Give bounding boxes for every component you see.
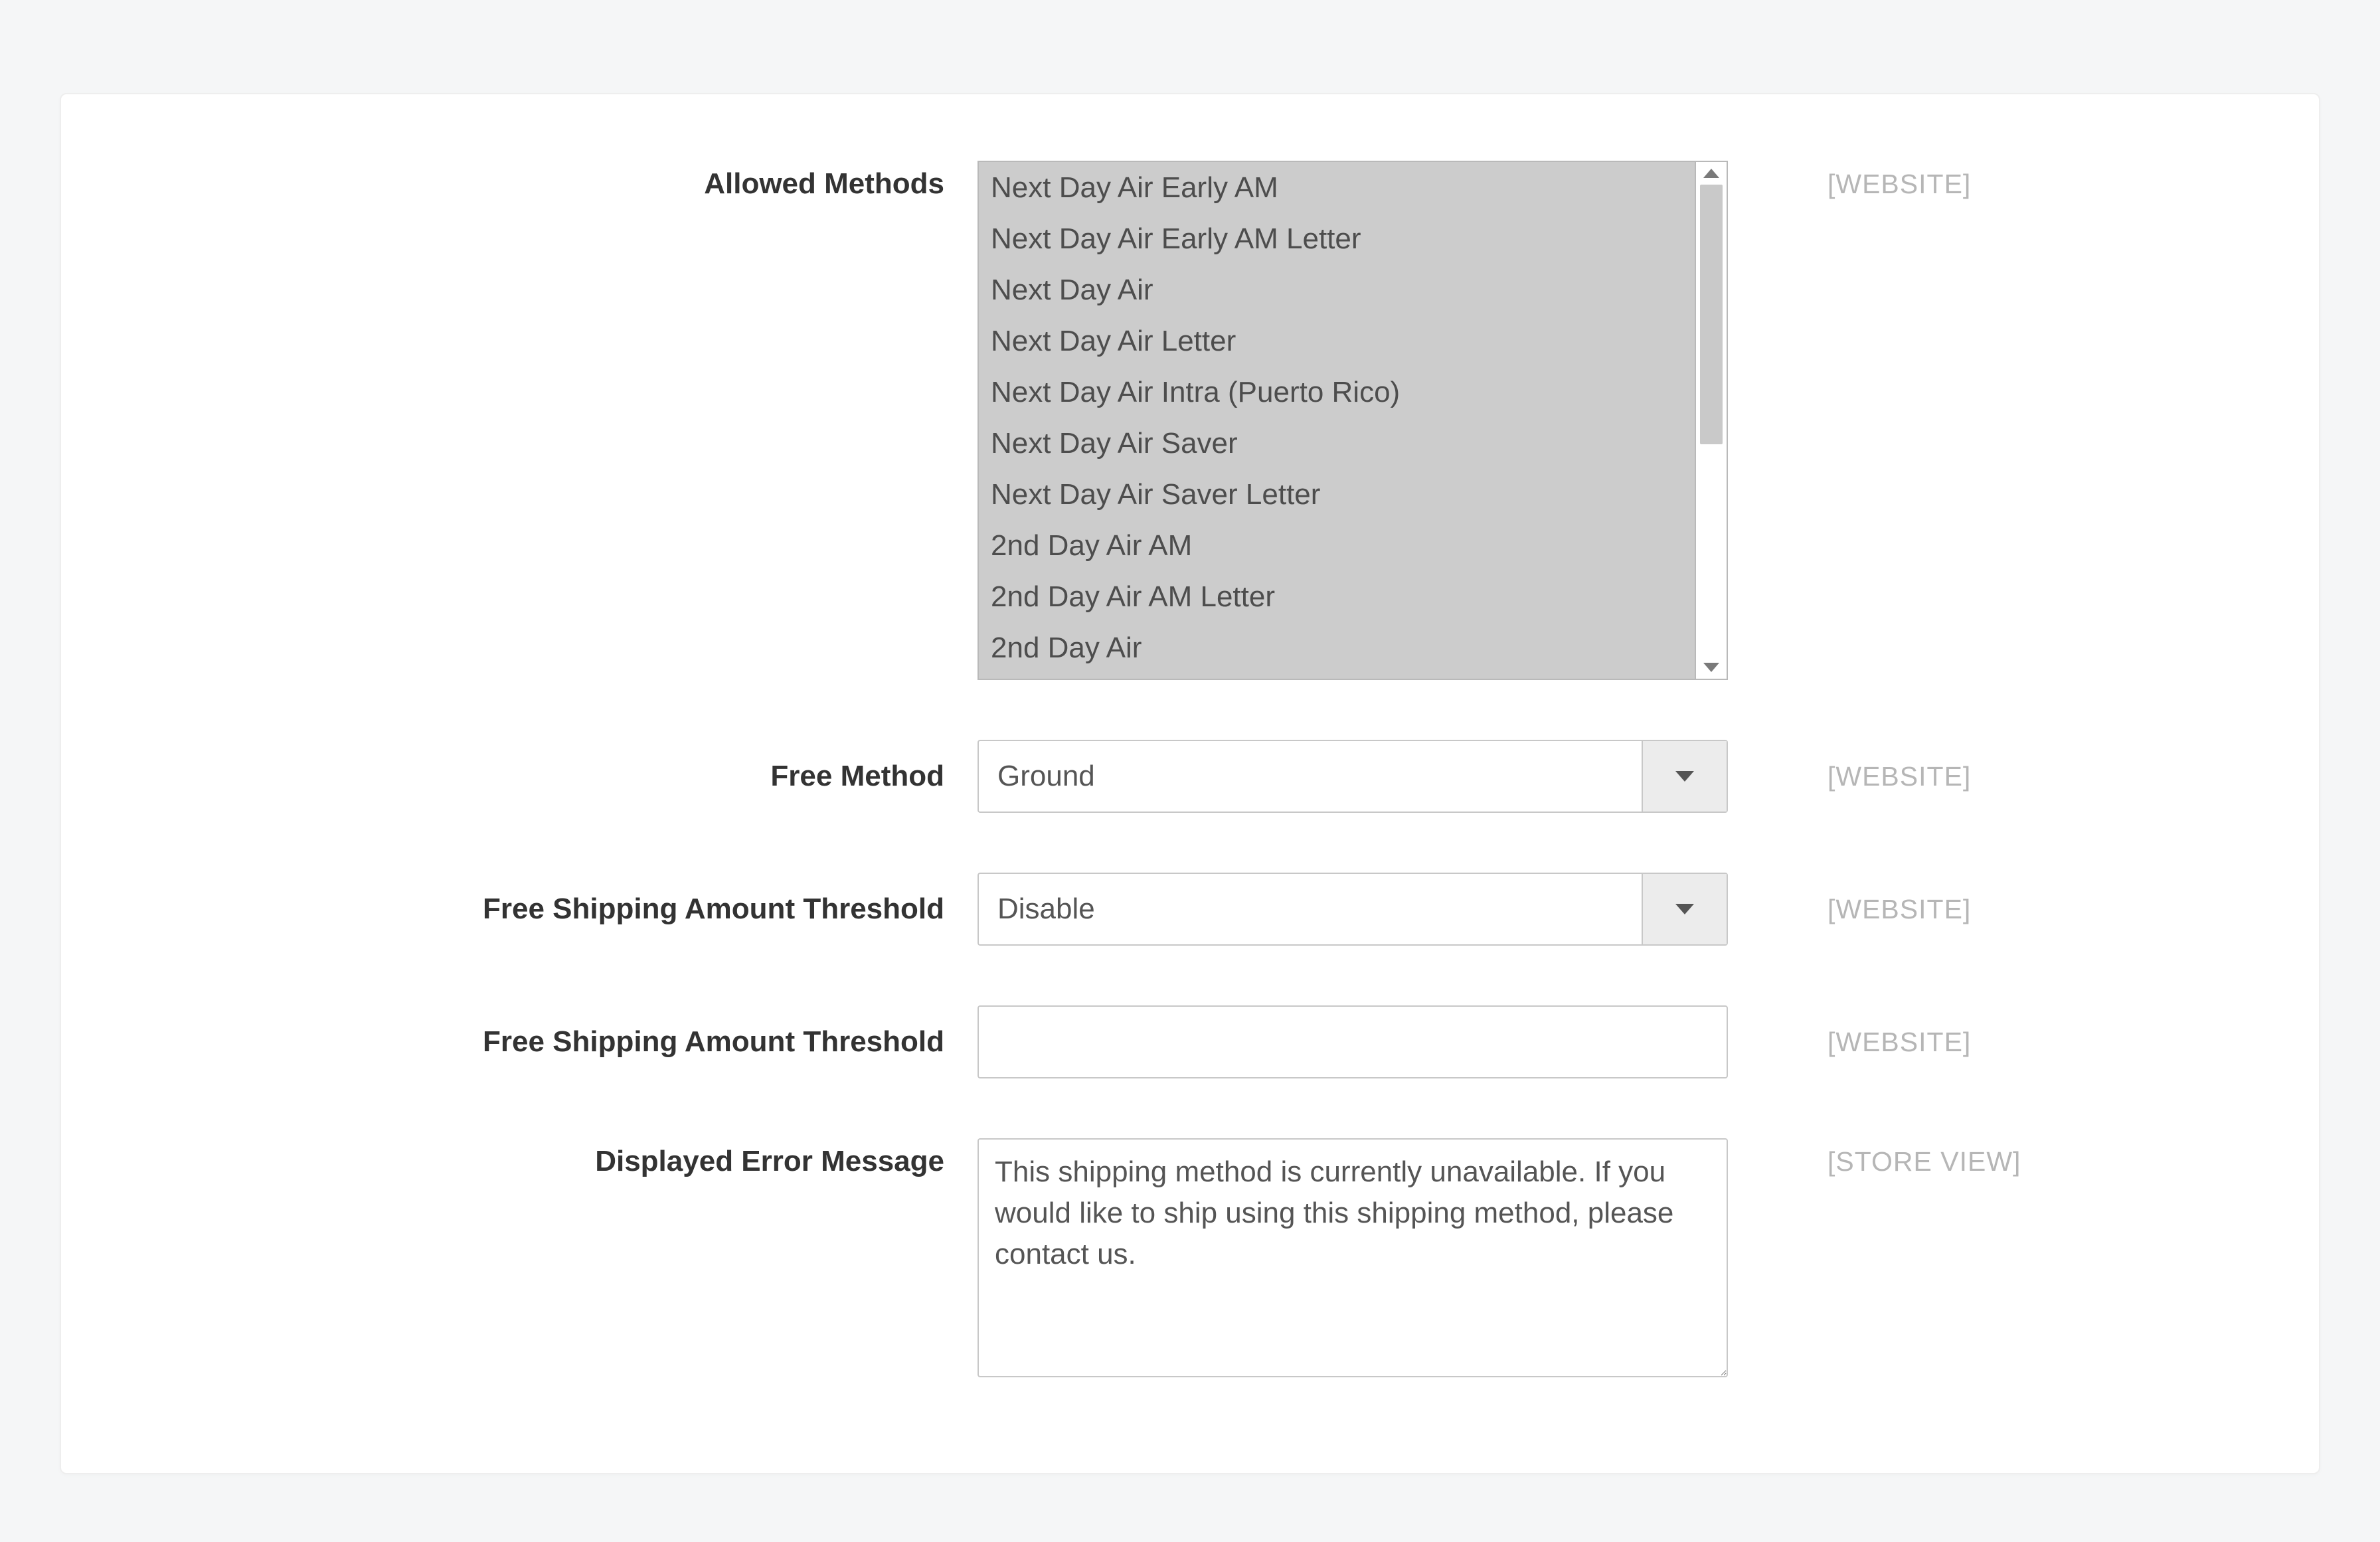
allowed-methods-multiselect[interactable]: Next Day Air Early AMNext Day Air Early …: [978, 161, 1728, 680]
settings-panel: Allowed Methods Next Day Air Early AMNex…: [60, 93, 2320, 1474]
row-allowed-methods: Allowed Methods Next Day Air Early AMNex…: [147, 161, 2233, 680]
allowed-methods-option[interactable]: 2nd Day Air AM: [991, 520, 1695, 571]
field-error-message: [978, 1138, 1728, 1384]
free-method-value: Ground: [979, 741, 1642, 812]
page: Allowed Methods Next Day Air Early AMNex…: [0, 0, 2380, 1542]
chevron-down-icon: [1675, 904, 1694, 914]
row-free-shipping-threshold-input: Free Shipping Amount Threshold [WEBSITE]: [147, 1005, 2233, 1078]
label-free-method: Free Method: [147, 760, 978, 793]
free-shipping-threshold-select[interactable]: Disable: [978, 873, 1728, 946]
label-free-shipping-threshold-select: Free Shipping Amount Threshold: [147, 893, 978, 926]
field-free-shipping-threshold-input: [978, 1005, 1728, 1078]
allowed-methods-option[interactable]: Next Day Air Early AM: [991, 162, 1695, 213]
error-message-textarea[interactable]: [978, 1138, 1728, 1377]
label-allowed-methods: Allowed Methods: [147, 161, 978, 201]
scope-free-shipping-threshold-input: [WEBSITE]: [1728, 1027, 1971, 1058]
allowed-methods-option[interactable]: Next Day Air Letter: [991, 315, 1695, 367]
field-free-shipping-threshold-select: Disable: [978, 873, 1728, 946]
chevron-down-icon: [1675, 771, 1694, 782]
scope-error-message: [STORE VIEW]: [1728, 1138, 2021, 1177]
field-allowed-methods: Next Day Air Early AMNext Day Air Early …: [978, 161, 1728, 680]
row-error-message: Displayed Error Message [STORE VIEW]: [147, 1138, 2233, 1384]
row-free-shipping-threshold-select: Free Shipping Amount Threshold Disable […: [147, 873, 2233, 946]
allowed-methods-list[interactable]: Next Day Air Early AMNext Day Air Early …: [979, 162, 1695, 679]
scrollbar[interactable]: [1695, 162, 1727, 679]
allowed-methods-option[interactable]: 2nd Day Air: [991, 622, 1695, 673]
label-error-message: Displayed Error Message: [147, 1138, 978, 1178]
allowed-methods-option[interactable]: 2nd Day Air AM Letter: [991, 571, 1695, 622]
scroll-thumb[interactable]: [1700, 185, 1723, 444]
label-free-shipping-threshold-input: Free Shipping Amount Threshold: [147, 1025, 978, 1059]
allowed-methods-option[interactable]: Next Day Air Intra (Puerto Rico): [991, 367, 1695, 418]
allowed-methods-option[interactable]: Next Day Air Saver: [991, 418, 1695, 469]
allowed-methods-option[interactable]: Next Day Air Saver Letter: [991, 469, 1695, 520]
free-method-dropdown-button[interactable]: [1642, 741, 1727, 812]
free-shipping-threshold-input[interactable]: [978, 1005, 1728, 1078]
free-shipping-threshold-dropdown-button[interactable]: [1642, 874, 1727, 944]
row-free-method: Free Method Ground [WEBSITE]: [147, 740, 2233, 813]
allowed-methods-option[interactable]: Next Day Air: [991, 264, 1695, 315]
scope-allowed-methods: [WEBSITE]: [1728, 161, 1971, 200]
free-method-select[interactable]: Ground: [978, 740, 1728, 813]
scroll-track[interactable]: [1696, 185, 1727, 656]
scroll-down-icon[interactable]: [1703, 663, 1719, 672]
scope-free-method: [WEBSITE]: [1728, 761, 1971, 792]
scroll-up-icon[interactable]: [1703, 169, 1719, 178]
field-free-method: Ground: [978, 740, 1728, 813]
scope-free-shipping-threshold-select: [WEBSITE]: [1728, 894, 1971, 925]
free-shipping-threshold-select-value: Disable: [979, 874, 1642, 944]
allowed-methods-option[interactable]: Next Day Air Early AM Letter: [991, 213, 1695, 264]
